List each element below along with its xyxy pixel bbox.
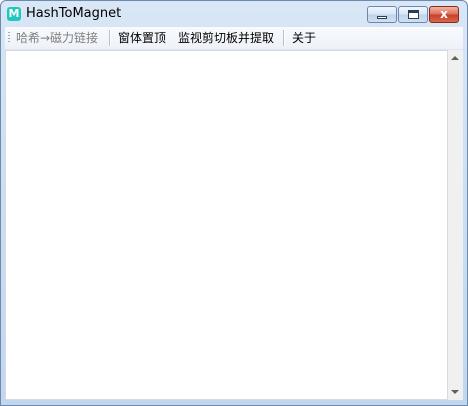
menu-bar: 哈希→磁力链接 窗体置顶 监视剪切板并提取 关于 (5, 27, 463, 50)
window-bottom-border (1, 400, 467, 405)
minimize-icon (377, 16, 387, 19)
menu-item-hash-to-magnet[interactable]: 哈希→磁力链接 (16, 30, 98, 46)
scroll-down-arrow-icon[interactable] (451, 390, 459, 394)
window-title: HashToMagnet (26, 6, 122, 21)
app-window: M HashToMagnet x 哈希→磁力链接 窗体置顶 监视剪切板并提取 关… (0, 0, 468, 406)
close-icon: x (440, 7, 448, 21)
menu-item-always-on-top[interactable]: 窗体置顶 (118, 30, 166, 46)
maximize-icon (408, 10, 419, 19)
vertical-scrollbar[interactable] (448, 50, 463, 400)
minimize-button[interactable] (367, 6, 397, 23)
menu-separator (283, 30, 285, 46)
menu-item-watch-clipboard[interactable]: 监视剪切板并提取 (178, 30, 274, 46)
title-bar[interactable]: M HashToMagnet x (1, 1, 467, 27)
app-m-icon[interactable]: M (7, 7, 21, 21)
toolbar-grip-icon[interactable] (8, 32, 10, 44)
menu-separator (109, 30, 111, 46)
menu-item-about[interactable]: 关于 (292, 30, 316, 46)
maximize-button[interactable] (398, 6, 428, 23)
close-button[interactable]: x (429, 6, 459, 23)
scroll-up-arrow-icon[interactable] (451, 56, 459, 60)
output-textarea[interactable] (5, 50, 448, 400)
